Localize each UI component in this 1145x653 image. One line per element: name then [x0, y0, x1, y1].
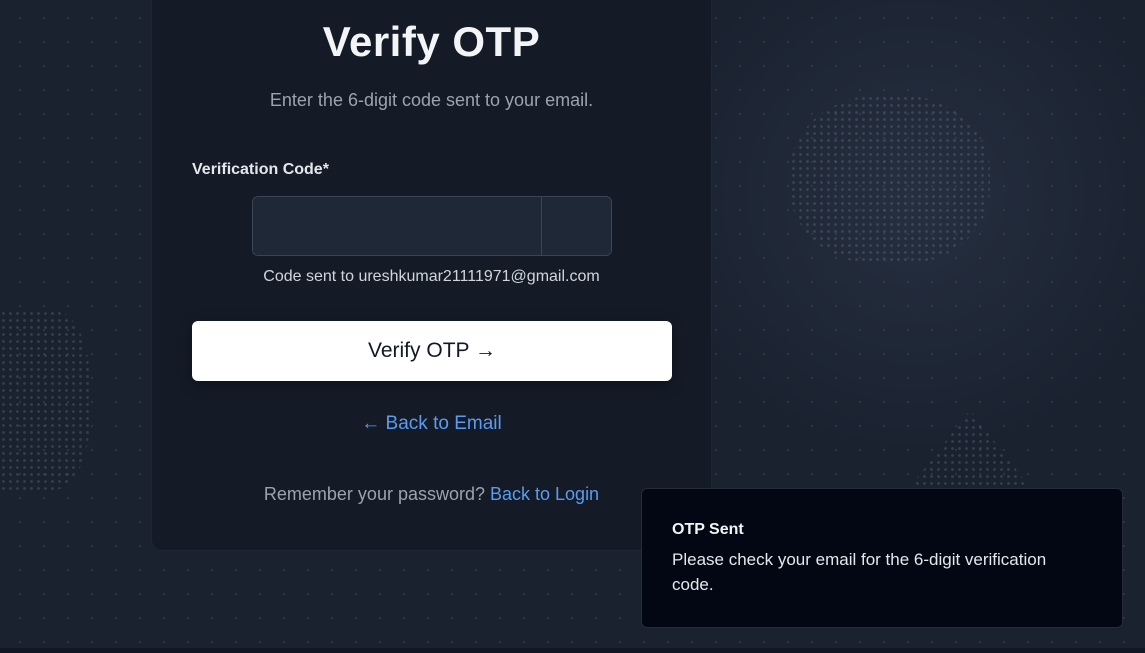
verify-otp-button[interactable]: Verify OTP →	[192, 321, 672, 381]
otp-sent-toast[interactable]: OTP Sent Please check your email for the…	[641, 488, 1123, 628]
otp-digit-2[interactable]	[542, 197, 611, 255]
page-subtitle: Enter the 6-digit code sent to your emai…	[269, 90, 594, 110]
back-to-login-link[interactable]: Back to Login	[490, 484, 599, 504]
otp-digit-1[interactable]	[253, 197, 542, 255]
remember-password-row: Remember your password? Back to Login	[152, 484, 711, 505]
verify-otp-card: Verify OTP Enter the 6-digit code sent t…	[152, 0, 711, 550]
background-dot-pattern	[0, 310, 90, 490]
page-title: Verify OTP	[322, 18, 541, 65]
otp-input-group	[252, 196, 612, 256]
toast-message: Please check your email for the 6-digit …	[672, 550, 1047, 594]
background-dot-pattern	[790, 95, 990, 265]
toast-title: OTP Sent	[672, 521, 744, 538]
remember-password-text: Remember your password?	[263, 484, 490, 504]
code-sent-text: Code sent to ureshkumar21111971@gmail.co…	[263, 268, 600, 285]
verification-code-label: Verification Code*	[192, 161, 329, 178]
background-dot-pattern	[900, 410, 1040, 500]
back-to-email-link[interactable]: ← Back to Email	[152, 413, 711, 435]
bottom-strip	[0, 648, 1145, 653]
